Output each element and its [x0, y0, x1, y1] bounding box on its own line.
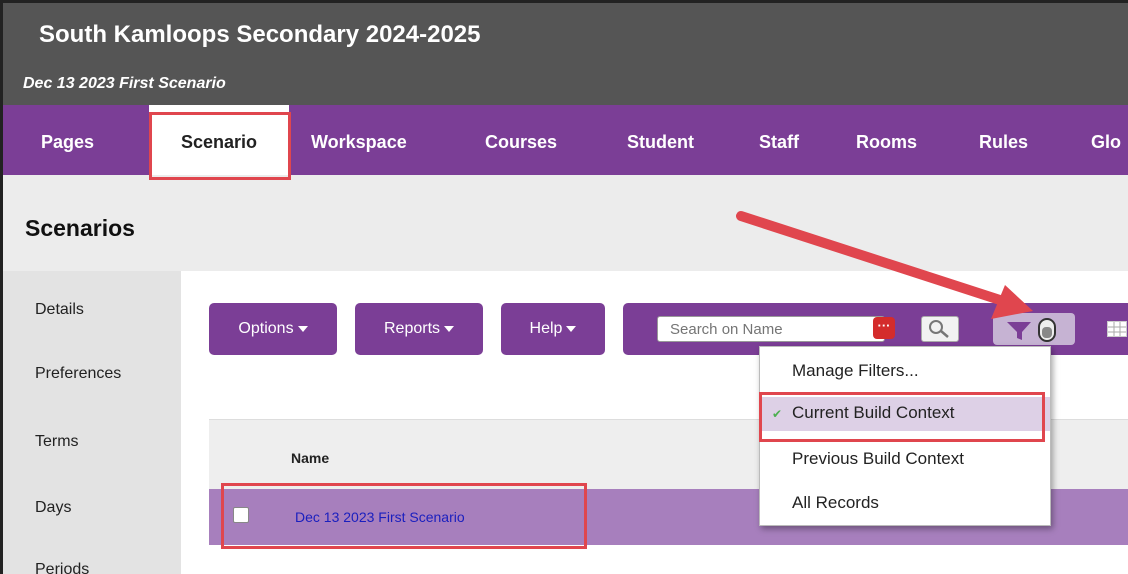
tab-courses[interactable]: Courses: [485, 105, 557, 175]
app-frame: South Kamloops Secondary 2024-2025 Dec 1…: [0, 0, 1128, 574]
caret-down-icon: [566, 325, 577, 332]
menu-item-previous-build-context[interactable]: Previous Build Context: [760, 443, 1050, 477]
caret-down-icon: [297, 325, 308, 332]
search-input[interactable]: [657, 316, 885, 342]
menu-item-manage-filters[interactable]: Manage Filters...: [760, 355, 1050, 389]
help-button[interactable]: Help: [501, 303, 605, 355]
tab-staff[interactable]: Staff: [759, 105, 799, 175]
scenario-link[interactable]: Dec 13 2023 First Scenario: [295, 509, 465, 525]
tab-student[interactable]: Student: [627, 105, 694, 175]
scenario-subtitle: Dec 13 2023 First Scenario: [23, 75, 226, 92]
sidebar-item-details[interactable]: Details: [35, 301, 84, 319]
tab-rules[interactable]: Rules: [979, 105, 1028, 175]
grid-icon[interactable]: [1107, 321, 1127, 337]
tab-global[interactable]: Glo: [1091, 105, 1121, 175]
tab-pages[interactable]: Pages: [41, 105, 94, 175]
filter-button[interactable]: [993, 313, 1075, 345]
check-icon: ✔: [772, 407, 783, 421]
help-label: Help: [529, 320, 563, 337]
dots-icon[interactable]: ···: [873, 317, 895, 339]
menu-item-current-build-context[interactable]: ✔ Current Build Context: [760, 397, 1050, 431]
page-header: Scenarios: [3, 175, 1128, 271]
magnifier-icon: [929, 320, 949, 338]
row-checkbox[interactable]: [233, 507, 249, 523]
tab-scenario[interactable]: Scenario: [149, 105, 289, 175]
sidebar-item-periods[interactable]: Periods: [35, 561, 89, 574]
sidebar-item-terms[interactable]: Terms: [35, 433, 79, 451]
menu-item-all-records[interactable]: All Records: [760, 487, 1050, 521]
page-title: Scenarios: [25, 215, 135, 241]
filter-icon: [1007, 322, 1031, 340]
main-nav: Pages Scenario Workspace Courses Student…: [3, 105, 1128, 175]
tab-rooms[interactable]: Rooms: [856, 105, 917, 175]
sidebar-item-days[interactable]: Days: [35, 499, 71, 517]
caret-down-icon: [444, 325, 455, 332]
options-label: Options: [238, 320, 294, 337]
tab-workspace[interactable]: Workspace: [311, 105, 407, 175]
sidebar: Details Preferences Terms Days Periods: [3, 271, 181, 574]
options-button[interactable]: Options: [209, 303, 337, 355]
reports-button[interactable]: Reports: [355, 303, 483, 355]
reports-label: Reports: [383, 320, 441, 337]
school-title: South Kamloops Secondary 2024-2025: [39, 21, 481, 48]
filter-dropdown: Manage Filters... ✔ Current Build Contex…: [759, 346, 1051, 526]
sidebar-item-preferences[interactable]: Preferences: [35, 365, 121, 383]
column-name-header[interactable]: Name: [291, 450, 329, 466]
app-header: South Kamloops Secondary 2024-2025 Dec 1…: [3, 3, 1128, 105]
search-button[interactable]: [921, 316, 959, 342]
